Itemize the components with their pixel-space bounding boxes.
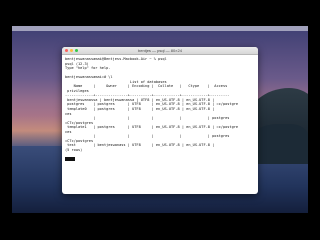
- terminal-window[interactable]: bentjes — psql — 80×24 bentjeswanassamai…: [62, 47, 258, 194]
- terminal-line: template1 | postgres | UTF8 | en_US.UTF-…: [65, 125, 239, 130]
- terminal-output[interactable]: bentjeswanassamai@Bentjess-Macbook-Air ~…: [62, 55, 258, 164]
- desktop: bentjes — psql — 80×24 bentjeswanassamai…: [12, 26, 308, 213]
- terminal-line: | | | | | postgres: [65, 116, 230, 121]
- window-titlebar[interactable]: bentjes — psql — 80×24: [62, 47, 258, 55]
- terminal-cursor: [65, 157, 75, 161]
- terminal-prompt-line: [65, 157, 255, 162]
- window-title: bentjes — psql — 80×24: [138, 47, 182, 53]
- menu-bar: [12, 26, 308, 31]
- terminal-line: | | | | | postgres: [65, 134, 230, 139]
- terminal-line: Name | Owner | Encoding | Collate | Ctyp…: [65, 84, 228, 89]
